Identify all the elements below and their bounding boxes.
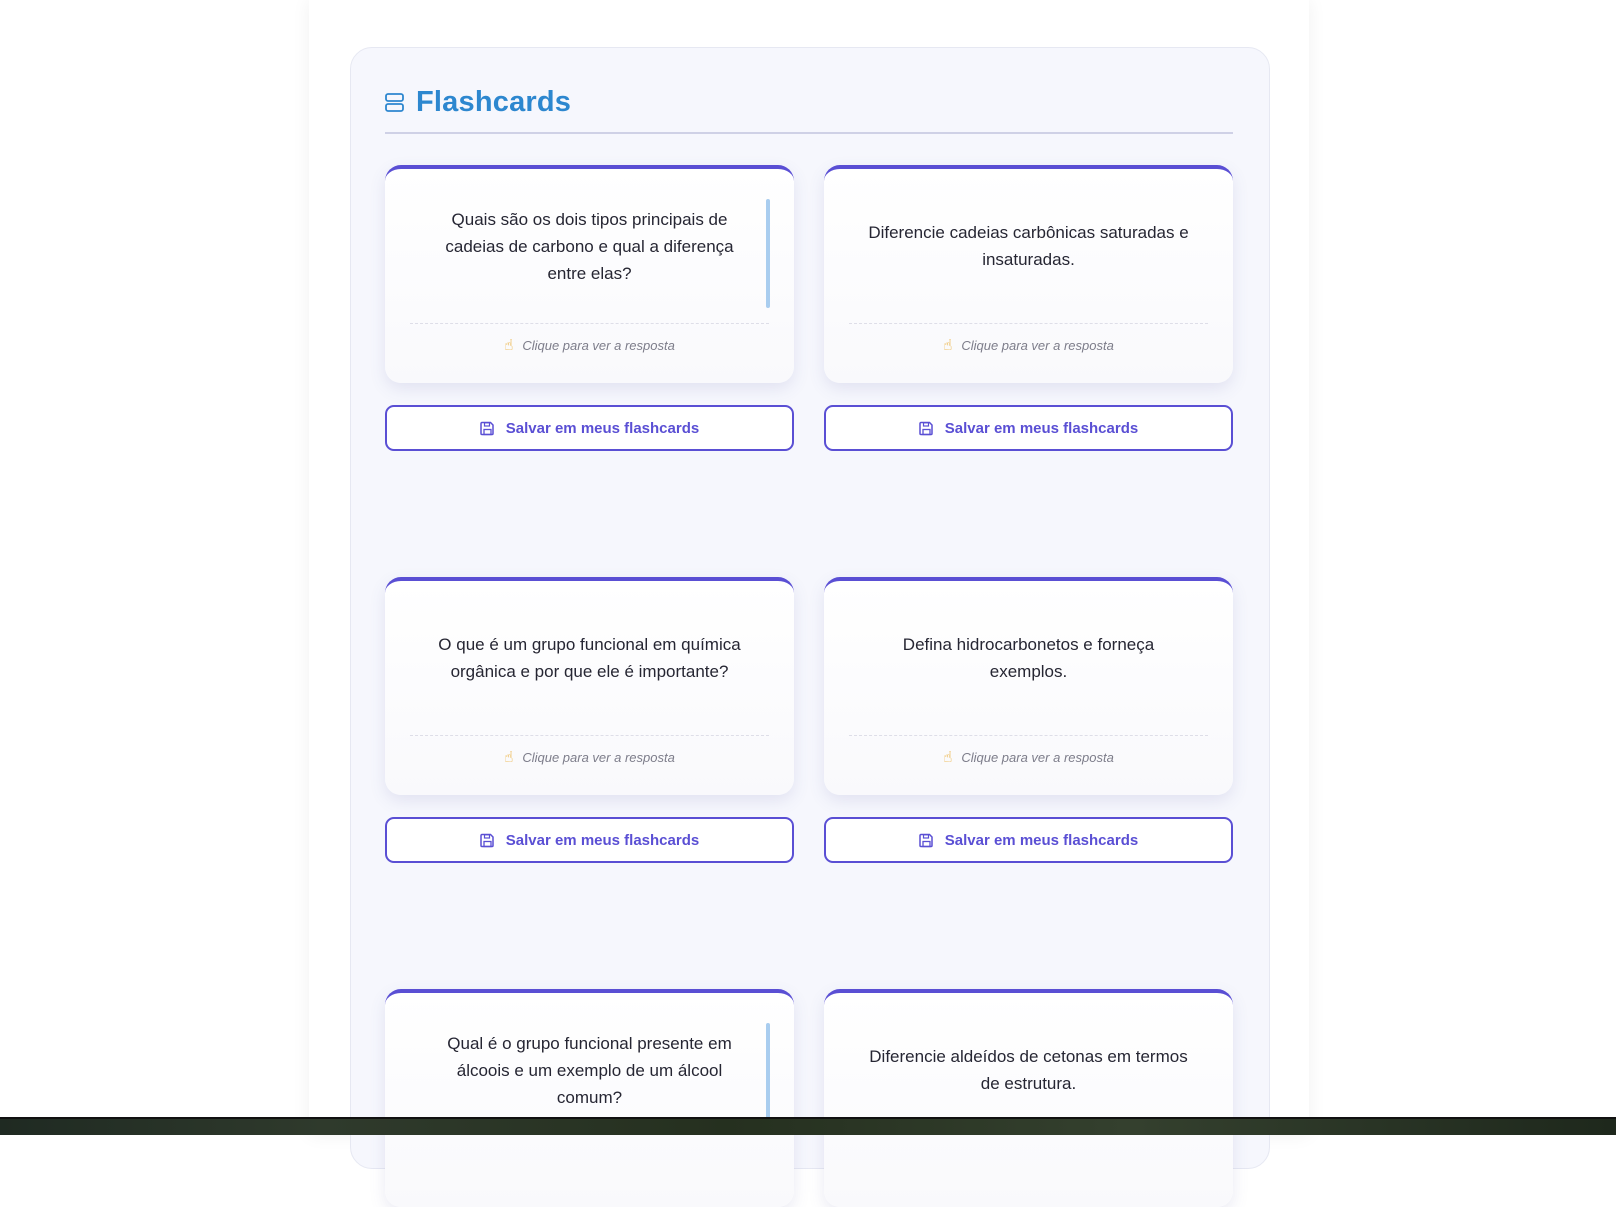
flashcard[interactable]: Defina hidrocarbonetos e forneça exemplo… <box>824 577 1233 795</box>
card-divider <box>849 323 1208 324</box>
flashcard-question: Diferencie cadeias carbônicas saturadas … <box>868 223 1189 269</box>
hint-text: Clique para ver a resposta <box>522 749 675 765</box>
floppy-disk-icon <box>919 421 934 436</box>
flashcard[interactable]: Diferencie aldeídos de cetonas em termos… <box>824 989 1233 1207</box>
header-divider <box>385 132 1233 134</box>
cards-stack-icon <box>385 92 404 113</box>
flashcard[interactable]: Diferencie cadeias carbônicas saturadas … <box>824 165 1233 383</box>
scrollbar-thumb[interactable] <box>766 199 770 308</box>
scrollbar-thumb[interactable] <box>766 1023 770 1132</box>
hint-text: Clique para ver a resposta <box>961 749 1114 765</box>
pointing-hand-icon: ☝ <box>504 337 514 354</box>
card-divider <box>410 735 769 736</box>
hint-text: Clique para ver a resposta <box>961 337 1114 353</box>
card-divider <box>410 323 769 324</box>
flashcard-hint: ☝ Clique para ver a resposta <box>824 746 1233 768</box>
desktop-background-strip <box>0 1117 1616 1135</box>
floppy-disk-icon <box>919 833 934 848</box>
save-button-label: Salvar em meus flashcards <box>505 419 700 437</box>
save-button-label: Salvar em meus flashcards <box>505 831 700 849</box>
save-flashcard-button[interactable]: Salvar em meus flashcards <box>385 817 794 863</box>
save-flashcard-button[interactable]: Salvar em meus flashcards <box>824 817 1233 863</box>
pointing-hand-icon: ☝ <box>943 337 953 354</box>
save-button-label: Salvar em meus flashcards <box>944 419 1139 437</box>
card-divider <box>849 735 1208 736</box>
floppy-disk-icon <box>480 421 495 436</box>
save-button-label: Salvar em meus flashcards <box>944 831 1139 849</box>
save-flashcard-button[interactable]: Salvar em meus flashcards <box>385 405 794 451</box>
flashcard[interactable]: Quais são os dois tipos principais de ca… <box>385 165 794 383</box>
flashcard-question: Defina hidrocarbonetos e forneça exemplo… <box>902 635 1155 681</box>
flashcard[interactable]: O que é um grupo funcional em química or… <box>385 577 794 795</box>
flashcard-hint: ☝ Clique para ver a resposta <box>385 746 794 768</box>
flashcard-question: Qual é o grupo funcional presente em álc… <box>447 1033 732 1107</box>
pointing-hand-icon: ☝ <box>504 749 514 766</box>
floppy-disk-icon <box>480 833 495 848</box>
pointing-hand-icon: ☝ <box>943 749 953 766</box>
flashcard-hint: ☝ Clique para ver a resposta <box>824 334 1233 356</box>
section-header: Flashcards <box>385 84 571 120</box>
flashcard[interactable]: Qual é o grupo funcional presente em álc… <box>385 989 794 1207</box>
flashcard-question: Quais são os dois tipos principais de ca… <box>445 209 734 283</box>
flashcard-question: O que é um grupo funcional em química or… <box>438 635 741 681</box>
hint-text: Clique para ver a resposta <box>522 337 675 353</box>
flashcard-hint: ☝ Clique para ver a resposta <box>385 334 794 356</box>
save-flashcard-button[interactable]: Salvar em meus flashcards <box>824 405 1233 451</box>
section-title: Flashcards <box>416 85 572 118</box>
flashcard-question: Diferencie aldeídos de cetonas em termos… <box>869 1047 1188 1093</box>
